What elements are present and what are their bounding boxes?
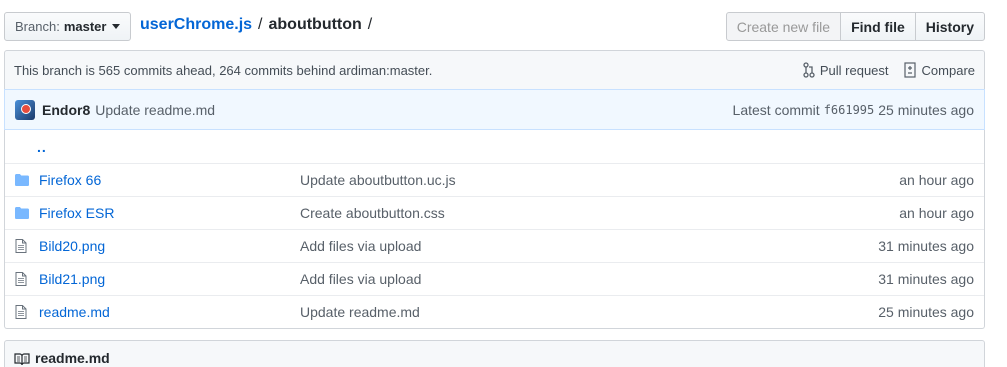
breadcrumb-separator: / bbox=[258, 16, 263, 33]
breadcrumb-separator: / bbox=[367, 16, 373, 33]
history-button[interactable]: History bbox=[914, 12, 985, 41]
branch-selector-button[interactable]: Branch: master bbox=[4, 12, 132, 41]
file-name-link[interactable]: Bild21.png bbox=[39, 271, 300, 287]
chevron-down-icon bbox=[112, 24, 121, 29]
file-icon bbox=[15, 305, 31, 319]
file-age: an hour ago bbox=[899, 172, 974, 188]
repo-toolbar: Branch: master userChrome.js / aboutbutt… bbox=[4, 11, 985, 41]
book-icon bbox=[14, 353, 30, 366]
file-row: readme.md Update readme.md 25 minutes ago bbox=[5, 295, 984, 328]
avatar[interactable] bbox=[15, 99, 35, 120]
folder-icon bbox=[15, 207, 31, 219]
file-commit-message[interactable]: Update aboutbutton.uc.js bbox=[300, 172, 899, 188]
file-row: Firefox ESR Create aboutbutton.css an hour… bbox=[5, 196, 984, 229]
branch-label: Branch: bbox=[15, 19, 60, 34]
file-name-link[interactable]: Bild20.png bbox=[39, 238, 300, 254]
pull-request-link[interactable]: Pull request bbox=[803, 62, 889, 78]
commit-message[interactable]: Update readme.md bbox=[95, 102, 732, 118]
commit-age: 25 minutes ago bbox=[878, 101, 974, 118]
pull-request-icon bbox=[803, 62, 815, 78]
file-actions-group: Create new file Find file History bbox=[725, 12, 985, 41]
file-commit-message[interactable]: Add files via upload bbox=[300, 271, 878, 287]
readme-header: readme.md bbox=[4, 340, 985, 367]
parent-directory-row: .. bbox=[5, 130, 984, 163]
file-icon bbox=[15, 239, 31, 253]
pull-request-label: Pull request bbox=[819, 62, 889, 78]
latest-commit-bar: Endor8 Update readme.md Latest commit f6… bbox=[4, 89, 985, 130]
file-row: Bild20.png Add files via upload 31 minutes… bbox=[5, 229, 984, 262]
compare-link[interactable]: Compare bbox=[903, 62, 975, 78]
file-age: 31 minutes ago bbox=[878, 238, 974, 254]
file-age: 25 minutes ago bbox=[878, 304, 974, 320]
file-commit-message[interactable]: Update readme.md bbox=[300, 304, 878, 320]
file-age: an hour ago bbox=[899, 205, 974, 221]
file-row: Firefox 66 Update aboutbutton.uc.js an hou… bbox=[5, 163, 984, 196]
file-name-link[interactable]: Firefox 66 bbox=[39, 172, 300, 188]
breadcrumb-current: aboutbutton bbox=[268, 16, 362, 33]
branch-status-bar: This branch is 565 commits ahead, 264 co… bbox=[4, 50, 985, 89]
file-name-link[interactable]: readme.md bbox=[39, 304, 300, 320]
file-name-link[interactable]: Firefox ESR bbox=[39, 205, 300, 221]
find-file-button[interactable]: Find file bbox=[840, 12, 916, 41]
commit-author[interactable]: Endor8 bbox=[42, 102, 90, 118]
compare-label: Compare bbox=[921, 62, 975, 78]
breadcrumb-repo-link[interactable]: userChrome.js bbox=[140, 16, 252, 34]
create-new-file-button[interactable]: Create new file bbox=[725, 12, 842, 41]
file-icon bbox=[15, 272, 31, 286]
branch-value: master bbox=[63, 19, 107, 34]
latest-commit-label: Latest commit bbox=[732, 101, 820, 118]
compare-icon bbox=[903, 62, 916, 78]
folder-icon bbox=[15, 174, 31, 186]
file-commit-message[interactable]: Create aboutbutton.css bbox=[300, 205, 899, 221]
breadcrumb: userChrome.js / aboutbutton / bbox=[140, 16, 378, 34]
file-row: Bild21.png Add files via upload 31 minutes… bbox=[5, 262, 984, 295]
branch-status-message: This branch is 565 commits ahead, 264 co… bbox=[14, 62, 433, 78]
file-age: 31 minutes ago bbox=[878, 271, 974, 287]
file-list: .. Firefox 66 Update aboutbutton.uc.js an … bbox=[4, 130, 985, 329]
commit-sha[interactable]: f661995 bbox=[824, 103, 875, 117]
readme-title: readme.md bbox=[35, 350, 110, 366]
file-commit-message[interactable]: Add files via upload bbox=[300, 238, 878, 254]
parent-directory-link[interactable]: .. bbox=[37, 139, 47, 155]
